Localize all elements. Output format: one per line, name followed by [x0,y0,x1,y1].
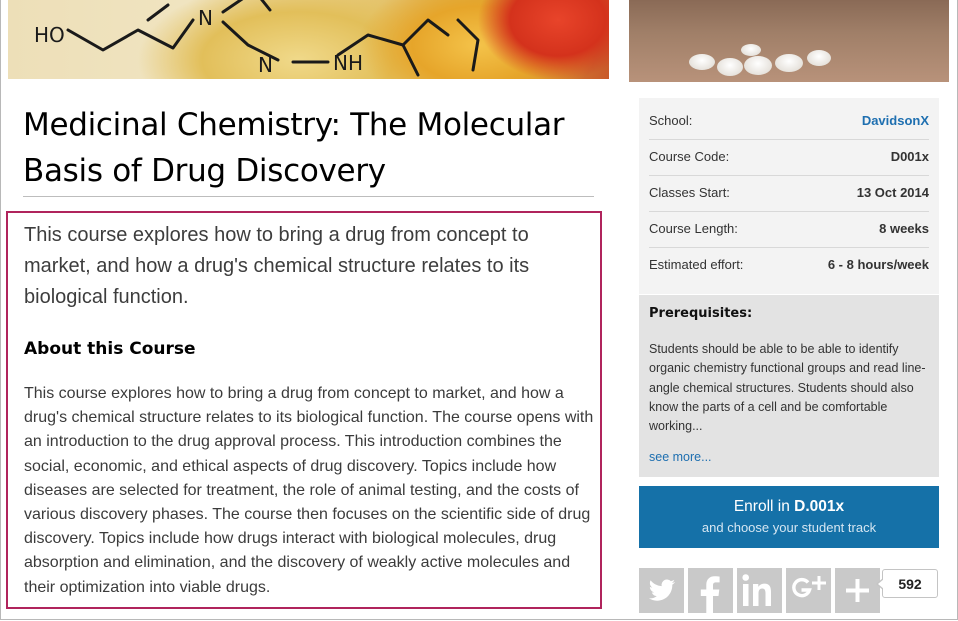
about-body-text: This course explores how to bring a drug… [24,385,594,596]
enroll-prefix: Enroll in [733,498,795,515]
course-length-value: 8 weeks [879,221,929,236]
prerequisites-heading: Prerequisites: [649,306,753,321]
pill-image [717,58,743,76]
course-lead-text: This course explores how to bring a drug… [24,224,530,308]
google-plus-icon [792,576,826,598]
share-google-plus-button[interactable] [786,568,831,613]
share-more-button[interactable] [835,568,880,613]
plus-icon [846,579,869,602]
course-length-label: Course Length: [649,221,738,236]
estimated-effort-value: 6 - 8 hours/week [827,257,929,272]
course-hero-image: HO N N NH [8,0,609,79]
see-more-link[interactable]: see more... [649,450,712,464]
classes-start-value: 13 Oct 2014 [856,185,929,200]
molecule-drawing: HO N N NH [34,0,480,77]
course-info-panel: School: DavidsonX Course Code: D001x Cla… [639,98,939,294]
page-title: Medicinal Chemistry: The Molecular Basis… [23,107,565,189]
school-label: School: [649,113,693,128]
course-code-label: Course Code: [649,149,730,164]
info-row-course-length: Course Length: 8 weeks [649,211,929,248]
molecule-label-ho: HO [34,23,65,47]
title-divider [23,196,594,197]
share-facebook-button[interactable] [688,568,733,613]
twitter-icon [648,579,675,601]
school-link[interactable]: DavidsonX [862,103,929,139]
enroll-subtitle: and choose your student track [701,520,877,535]
info-row-estimated-effort: Estimated effort: 6 - 8 hours/week [649,247,929,283]
info-row-classes-start: Classes Start: 13 Oct 2014 [649,175,929,212]
linkedin-icon [742,574,771,606]
share-twitter-button[interactable] [639,568,684,613]
pill-image [775,54,803,72]
pill-image [689,54,715,70]
share-count-badge: 592 [876,569,938,598]
molecule-label-n-2: N [258,53,273,77]
estimated-effort-label: Estimated effort: [649,257,744,272]
pill-image [807,50,831,66]
molecule-label-nh: NH [333,51,363,75]
pill-image [741,44,761,56]
sidebar-hero-image [629,0,949,82]
classes-start-label: Classes Start: [649,185,730,200]
info-row-school: School: DavidsonX [649,103,929,140]
course-code-value: D001x [890,149,929,164]
enroll-course-code: D.001x [794,498,845,515]
info-row-course-code: Course Code: D001x [649,139,929,176]
page-frame: HO N N NH Medicinal Chemistry: The Molec… [0,0,958,620]
about-heading: About this Course [24,339,196,359]
share-linkedin-button[interactable] [737,568,782,613]
enroll-button[interactable]: Enroll in D.001x and choose your student… [639,486,939,548]
prerequisites-text: Students should be able to be able to id… [649,342,926,434]
molecule-label-n-1: N [198,6,213,30]
prerequisites-panel: Prerequisites: Students should be able t… [639,295,939,477]
facebook-icon [700,576,720,613]
enroll-title: Enroll in D.001x [639,498,939,516]
pill-image [744,56,772,75]
